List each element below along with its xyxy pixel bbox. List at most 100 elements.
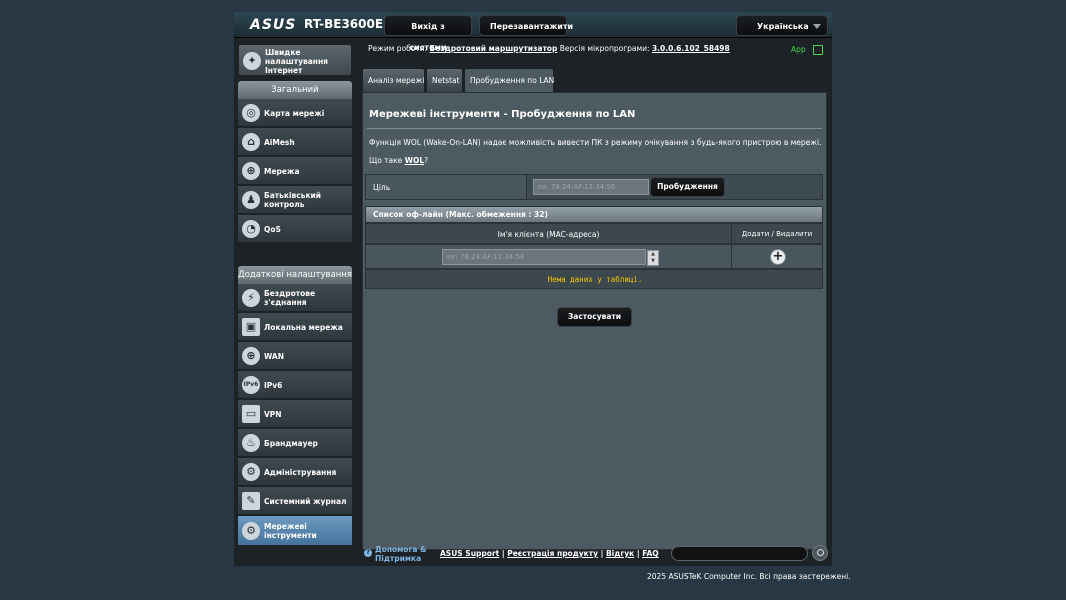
speedometer-icon: ◔ — [242, 220, 260, 238]
search-icon[interactable] — [812, 545, 828, 561]
help-support-link[interactable]: Допомога & Підтримка — [375, 545, 427, 563]
sidebar-item-administration[interactable]: ⚙ Адміністрування — [238, 458, 352, 486]
sidebar-item-label: WAN — [264, 352, 285, 361]
wol-question-suffix: ? — [424, 156, 429, 165]
feedback-link[interactable]: Відгук — [606, 549, 634, 558]
admin-icon: ⚙ — [242, 463, 260, 481]
target-label: Ціль — [373, 183, 391, 192]
sidebar-item-wan[interactable]: ⊕ WAN — [238, 342, 352, 370]
wand-icon: ✦ — [243, 52, 261, 70]
sidebar-item-label: Брандмауер — [264, 439, 318, 448]
gear-icon: ⚙ — [242, 522, 260, 540]
ipv6-icon: IPv6 — [242, 376, 260, 394]
title-divider — [367, 128, 822, 129]
logout-button[interactable]: Вихід з системи — [384, 15, 472, 52]
client-mac-input[interactable]: ex: 78:24:AF:12:34:56 — [442, 249, 646, 265]
sidebar-item-label: Швидке налаштування Інтернет — [265, 48, 328, 75]
sidebar-item-label: Локальна мережа — [264, 323, 343, 332]
aimesh-icon: ⌂ — [242, 133, 260, 151]
sidebar-item-label: Мережа — [264, 167, 300, 176]
family-icon: ♟ — [242, 191, 260, 209]
section-header-general: Загальний — [238, 81, 352, 99]
firmware-link[interactable]: 3.0.0.6.102_58498 — [652, 44, 730, 53]
tab-network-analysis[interactable]: Аналіз мережі — [362, 68, 425, 92]
language-select[interactable]: Українська — [736, 15, 828, 36]
sidebar-item-label: IPv6 — [264, 381, 283, 390]
sidebar-item-label: Адміністрування — [264, 468, 337, 477]
empty-table-row: Нема даних у таблиці. — [365, 269, 823, 289]
sidebar-item-label: QoS — [264, 225, 281, 234]
log-icon: ✎ — [242, 492, 260, 510]
help-icon: ? — [364, 549, 372, 557]
add-client-row: ex: 78:24:AF:12:34:56 ▲ ▼ + — [365, 244, 823, 269]
wireless-icon: ⚡ — [242, 289, 260, 307]
sidebar-item-aimesh[interactable]: ⌂ AiMesh — [238, 128, 352, 156]
sidebar-item-ipv6[interactable]: IPv6 IPv6 — [238, 371, 352, 399]
offline-list-title: Список оф-лайн (Макс. обмеження : 32) — [373, 210, 548, 219]
sidebar-item-network-map[interactable]: ◎ Карта мережі — [238, 99, 352, 127]
wol-question: Що таке WOL? — [369, 156, 428, 165]
opmode-link[interactable]: Бездротовий маршрутизатор — [430, 44, 558, 53]
sidebar-item-network-tools[interactable]: ⚙ Мережеві інструменти — [238, 516, 352, 546]
language-value: Українська — [757, 22, 809, 31]
sidebar-item-label: Карта мережі — [264, 109, 325, 118]
lan-icon: ▣ — [242, 318, 260, 336]
app-icon[interactable] — [813, 45, 823, 55]
help-line-1: Допомога & — [375, 545, 427, 554]
page-title: Мережеві інструменти - Пробудження по LA… — [369, 109, 636, 120]
main-panel: Мережеві інструменти - Пробудження по LA… — [362, 92, 827, 550]
sidebar-item-quick-setup[interactable]: ✦ Швидке налаштування Інтернет — [238, 44, 352, 76]
sidebar-item-label: Бездротове з'єднання — [264, 289, 316, 307]
target-row: Ціль ex: 78:24:AF:12:34:56 — [365, 174, 823, 200]
client-dropdown-toggle[interactable]: ▲ ▼ — [647, 250, 659, 266]
router-frame: ASUS RT-BE3600E Вихід з системи Перезава… — [234, 12, 832, 566]
help-line-2: Підтримка — [375, 554, 422, 563]
wol-help-link[interactable]: WOL — [405, 156, 424, 165]
sidebar-item-parental-control[interactable]: ♟ Батьківський контроль — [238, 186, 352, 214]
wol-question-prefix: Що таке — [369, 156, 403, 165]
asus-logo: ASUS — [250, 17, 297, 33]
column-actions: Додати / Видалити — [741, 230, 813, 238]
opmode-prefix: Режим роботи: — [368, 44, 428, 53]
sidebar-item-vpn[interactable]: ▭ VPN — [238, 400, 352, 428]
globe-icon: ⊕ — [242, 162, 260, 180]
chevron-down-icon — [813, 24, 821, 29]
globe-icon: ⊕ — [242, 347, 260, 365]
apply-button[interactable]: Застосувати — [557, 307, 632, 327]
asus-support-link[interactable]: ASUS Support — [440, 549, 499, 558]
faq-link[interactable]: FAQ — [642, 549, 658, 558]
vpn-icon: ▭ — [242, 405, 260, 423]
sidebar-item-label: Системний журнал — [264, 497, 347, 506]
footer-links: ASUS Support | Реєстрація продукту | Від… — [440, 549, 659, 558]
target-mac-input[interactable]: ex: 78:24:AF:12:34:56 — [533, 179, 649, 195]
add-icon[interactable]: + — [770, 249, 786, 265]
column-client: Ім'я клієнта (MAC-адреса) — [497, 230, 600, 239]
app-link[interactable]: App — [791, 45, 806, 54]
wol-description: Функція WOL (Wake-On-LAN) надає можливіс… — [369, 138, 822, 147]
model-name: RT-BE3600E — [304, 17, 384, 31]
product-registration-link[interactable]: Реєстрація продукту — [507, 549, 598, 558]
sidebar-item-wireless[interactable]: ⚡ Бездротове з'єднання — [238, 284, 352, 312]
copyright: 2025 ASUSTeK Computer Inc. Всі права зас… — [647, 572, 851, 581]
sidebar-item-lan[interactable]: ▣ Локальна мережа — [238, 313, 352, 341]
network-map-icon: ◎ — [242, 104, 260, 122]
sidebar-item-system-log[interactable]: ✎ Системний журнал — [238, 487, 352, 515]
status-line: Режим роботи: Бездротовий маршрутизатор … — [368, 44, 730, 53]
top-bar: ASUS RT-BE3600E Вихід з системи Перезава… — [234, 12, 832, 52]
sidebar-item-network[interactable]: ⊕ Мережа — [238, 157, 352, 185]
wake-button[interactable]: Пробудження — [650, 177, 725, 197]
tab-wake-on-lan[interactable]: Пробудження по LAN — [464, 68, 554, 92]
sidebar-item-label: Батьківський контроль — [264, 191, 322, 209]
sidebar-item-label: VPN — [264, 410, 282, 419]
sidebar-item-firewall[interactable]: ♨ Брандмауер — [238, 429, 352, 457]
section-header-advanced: Додаткові налаштування — [238, 266, 352, 284]
tab-netstat[interactable]: Netstat — [426, 68, 463, 92]
sidebar-item-qos[interactable]: ◔ QoS — [238, 215, 352, 243]
reboot-button[interactable]: Перезавантажити — [479, 15, 573, 36]
fire-icon: ♨ — [242, 434, 260, 452]
firmware-prefix: Версія мікропрограми: — [559, 44, 650, 53]
sidebar-item-label: AiMesh — [264, 138, 295, 147]
search-input[interactable] — [671, 546, 808, 561]
empty-message: Нема даних у таблиці. — [547, 275, 643, 284]
column-separator — [731, 245, 732, 268]
